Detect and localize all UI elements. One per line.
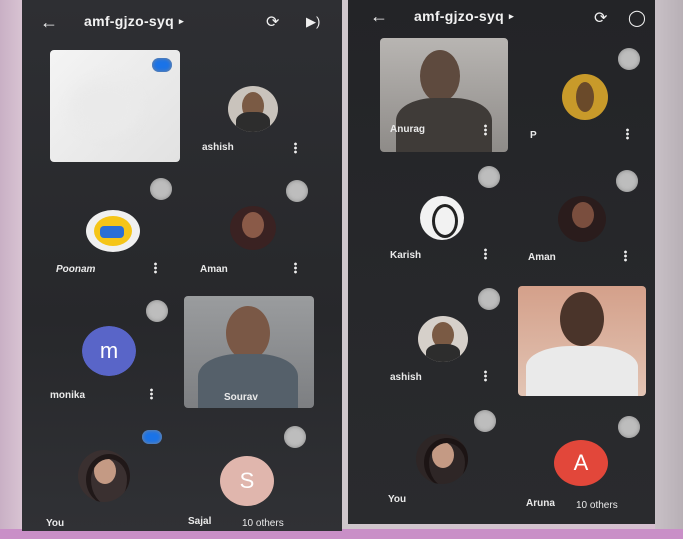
participant-name: Poonam — [56, 264, 96, 275]
more-options-icon[interactable] — [484, 370, 487, 382]
chevron-right-icon: ▸ — [508, 11, 514, 21]
avatar-hair — [424, 438, 468, 484]
participant-name: You — [388, 494, 407, 505]
mic-muted-icon — [478, 166, 500, 188]
avatar-shirt — [426, 344, 460, 362]
avatar-graphic — [432, 204, 458, 238]
participant-name: Karish — [390, 250, 422, 261]
meet-screen-right: ← amf-gjzo-syq ▸ ⟳ ◯ Anurag P Karish Aman… — [348, 0, 655, 524]
avatar-sajal: S — [220, 456, 274, 506]
others-count[interactable]: 10 others — [242, 518, 284, 529]
participant-name: You — [46, 518, 65, 529]
mic-muted-icon — [474, 410, 496, 432]
mic-active-icon — [152, 58, 172, 72]
participant-name: Sourav — [224, 392, 258, 403]
mic-muted-icon — [616, 170, 638, 192]
more-options-icon[interactable] — [484, 248, 487, 260]
meet-screen-left: ← amf-gjzo-syq ▸ ⟳ ▶) ashish Poonam Aman … — [22, 0, 342, 531]
back-arrow-icon[interactable]: ← — [40, 12, 58, 33]
background-edge-left — [0, 0, 22, 539]
avatar-hair — [86, 454, 130, 502]
participant-name: Sajal — [188, 516, 212, 527]
mic-muted-icon — [618, 416, 640, 438]
more-options-icon[interactable] — [624, 250, 627, 262]
mic-muted-icon — [284, 426, 306, 448]
avatar-you — [78, 450, 130, 502]
headphones-icon[interactable]: ◯ — [628, 8, 646, 28]
more-options-icon[interactable] — [294, 142, 297, 154]
more-options-icon[interactable] — [154, 262, 157, 274]
participant-name: ashish — [202, 142, 234, 153]
avatar-you — [416, 434, 468, 484]
avatar-p — [562, 74, 608, 120]
speaker-icon[interactable]: ▶) — [306, 14, 320, 30]
meeting-code[interactable]: amf-gjzo-syq ▸ — [414, 8, 514, 24]
avatar-shirt — [236, 112, 270, 132]
others-count[interactable]: 10 others — [576, 500, 618, 511]
participant-name: ashish — [390, 372, 422, 383]
blurred-video-content — [70, 80, 140, 135]
avatar-photo — [576, 82, 594, 112]
participant-name: monika — [50, 390, 86, 401]
top-bar: ← amf-gjzo-syq ▸ ⟳ ▶) — [22, 0, 342, 44]
meeting-code[interactable]: amf-gjzo-syq ▸ — [84, 13, 184, 29]
avatar-photo — [242, 212, 264, 238]
video-tile-anurag[interactable]: Anurag — [380, 38, 508, 152]
chevron-right-icon: ▸ — [178, 16, 184, 26]
participant-name: Aruna — [526, 498, 555, 509]
participant-name: P — [530, 130, 537, 141]
mic-muted-icon — [146, 300, 168, 322]
avatar-graphic — [100, 226, 124, 238]
video-tile-participant[interactable] — [518, 286, 646, 396]
back-arrow-icon[interactable]: ← — [370, 6, 388, 27]
mic-active-icon — [142, 430, 162, 444]
avatar-aman — [230, 206, 276, 250]
participant-video-face — [560, 292, 604, 346]
more-options-icon[interactable] — [484, 124, 487, 136]
video-tile-sourav[interactable]: Sourav — [184, 296, 314, 408]
mic-muted-icon — [286, 180, 308, 202]
participant-name: Aman — [200, 264, 228, 275]
participant-video-body — [526, 346, 638, 396]
participant-name: Anurag — [390, 124, 425, 135]
video-tile-blank[interactable] — [50, 50, 180, 162]
avatar-initial: m — [99, 338, 119, 363]
avatar-ashish — [228, 86, 278, 132]
avatar-initial: A — [573, 450, 589, 475]
avatar-aman — [558, 196, 606, 242]
avatar-karish — [420, 196, 464, 240]
background-edge-right — [655, 0, 683, 539]
participant-video-face — [226, 306, 270, 360]
avatar-ashish — [418, 316, 468, 362]
more-options-icon[interactable] — [150, 388, 153, 400]
avatar-aruna: A — [554, 440, 608, 486]
mic-muted-icon — [478, 288, 500, 310]
avatar-initial: S — [239, 468, 255, 493]
switch-camera-icon[interactable]: ⟳ — [266, 12, 279, 32]
participant-video-face — [420, 50, 460, 102]
mic-muted-icon — [150, 178, 172, 200]
more-options-icon[interactable] — [294, 262, 297, 274]
avatar-photo — [572, 202, 594, 228]
mic-muted-icon — [618, 48, 640, 70]
participant-name: Aman — [528, 252, 556, 263]
more-options-icon[interactable] — [626, 128, 629, 140]
avatar-poonam — [86, 210, 140, 252]
avatar-monika: m — [82, 326, 136, 376]
switch-camera-icon[interactable]: ⟳ — [594, 8, 607, 28]
